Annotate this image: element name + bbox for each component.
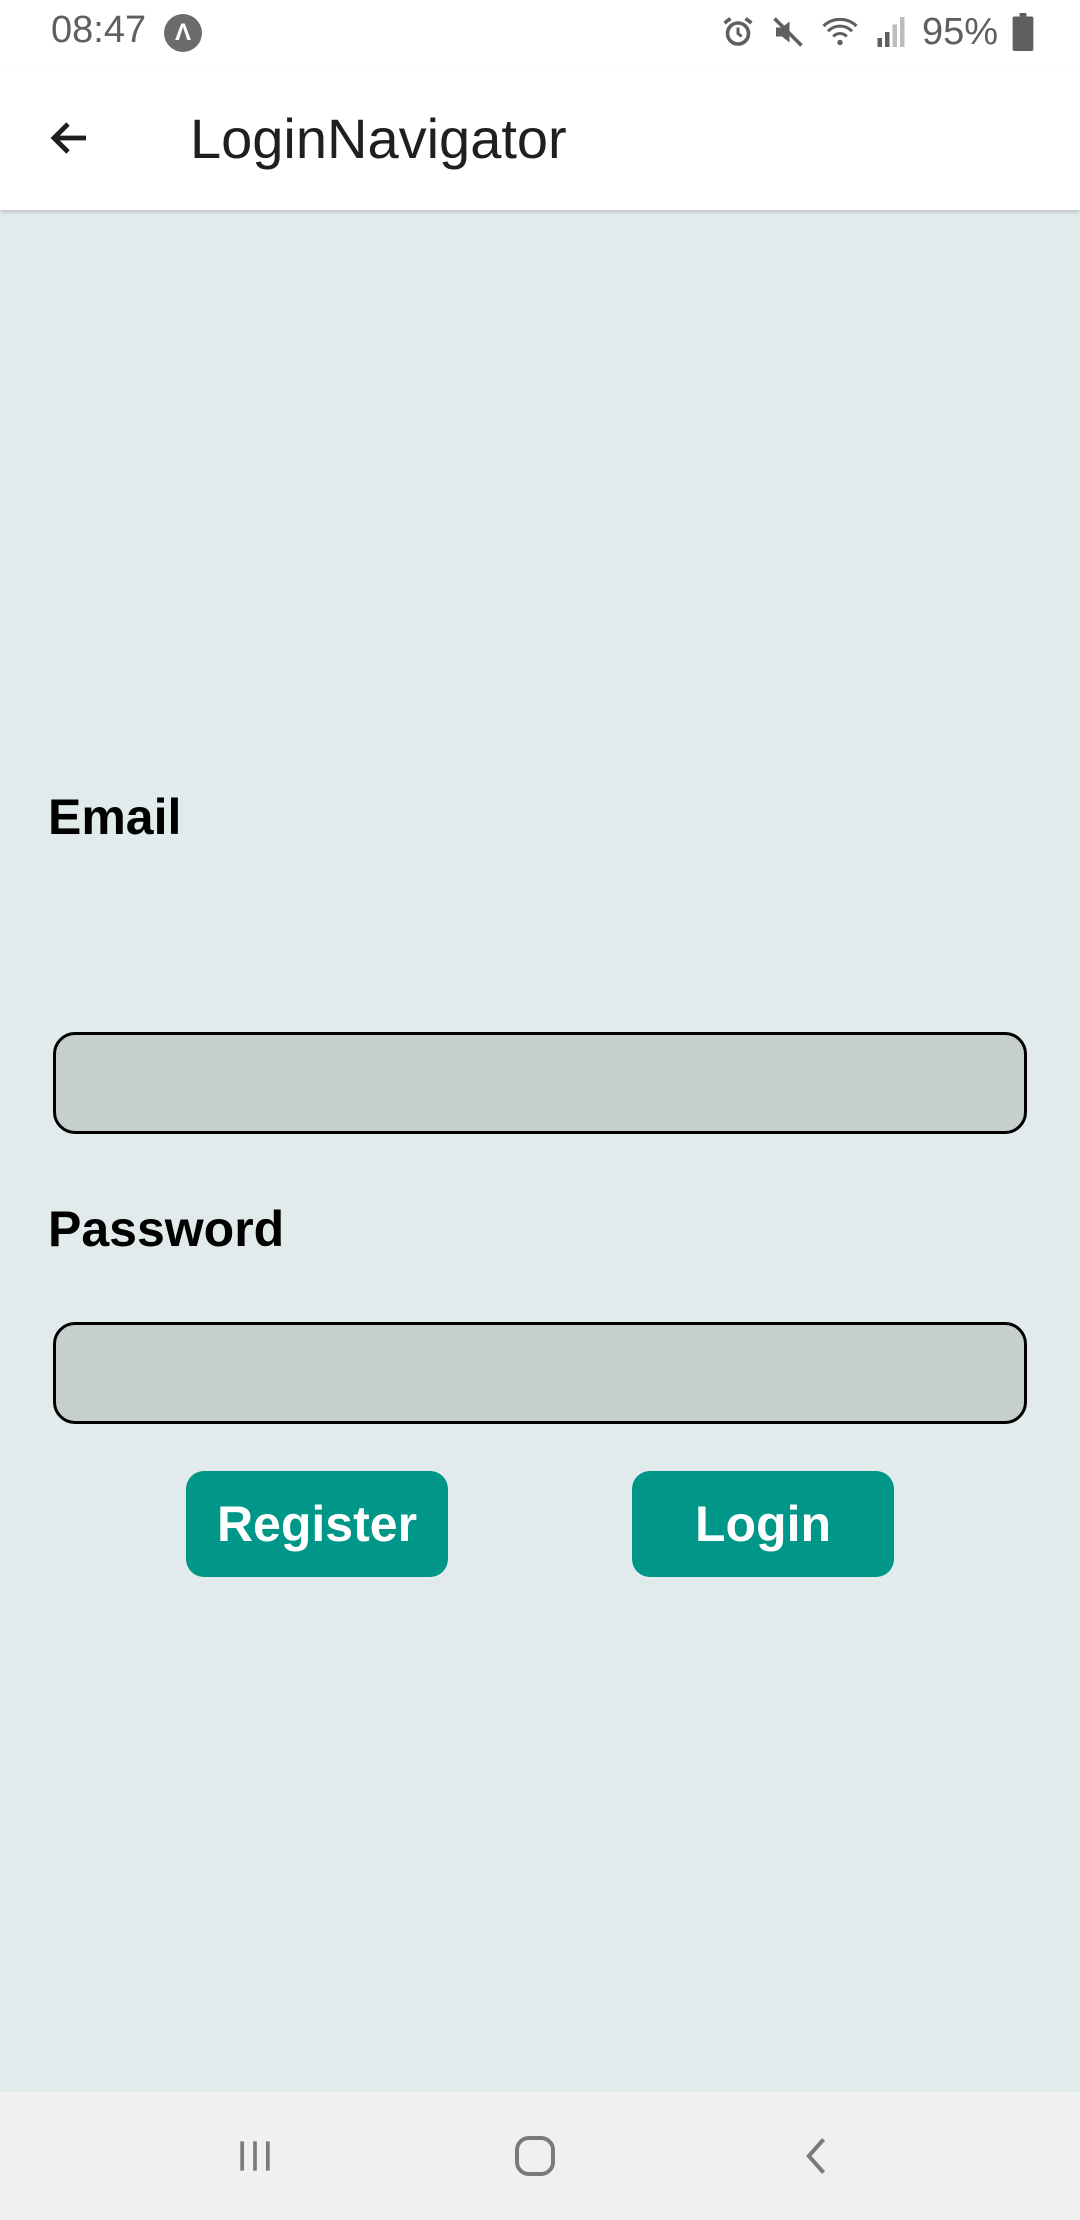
recent-apps-icon bbox=[240, 2141, 270, 2171]
email-label: Email bbox=[48, 789, 182, 845]
signal-icon bbox=[874, 14, 908, 50]
home-button[interactable] bbox=[505, 2126, 565, 2186]
register-button[interactable]: Register bbox=[186, 1471, 448, 1577]
back-icon bbox=[806, 2138, 826, 2174]
mute-icon bbox=[770, 14, 806, 50]
screen: 08:47 Λ 95% LoginNavigator Email Passwor… bbox=[0, 0, 1080, 2220]
app-notification-icon: Λ bbox=[164, 14, 202, 52]
status-time: 08:47 bbox=[51, 9, 147, 51]
arrow-left-icon bbox=[50, 122, 86, 154]
battery-icon bbox=[1012, 13, 1034, 51]
login-form bbox=[0, 210, 1080, 2092]
password-field[interactable] bbox=[53, 1322, 1027, 1424]
battery-percent: 95% bbox=[921, 10, 998, 53]
back-button[interactable] bbox=[34, 102, 106, 174]
status-icons: 95% bbox=[720, 10, 1034, 54]
email-field[interactable] bbox=[53, 1032, 1027, 1134]
app-bar: LoginNavigator bbox=[0, 66, 1080, 210]
home-icon bbox=[515, 2136, 555, 2176]
password-label: Password bbox=[48, 1201, 285, 1257]
alarm-icon bbox=[720, 14, 756, 50]
nav-back-button[interactable] bbox=[788, 2126, 848, 2186]
wifi-icon bbox=[820, 14, 860, 50]
status-bar: 08:47 Λ 95% bbox=[0, 0, 1080, 66]
system-nav-bar bbox=[0, 2092, 1080, 2220]
recent-apps-button[interactable] bbox=[225, 2126, 285, 2186]
page-title: LoginNavigator bbox=[190, 107, 567, 170]
login-button[interactable]: Login bbox=[632, 1471, 894, 1577]
